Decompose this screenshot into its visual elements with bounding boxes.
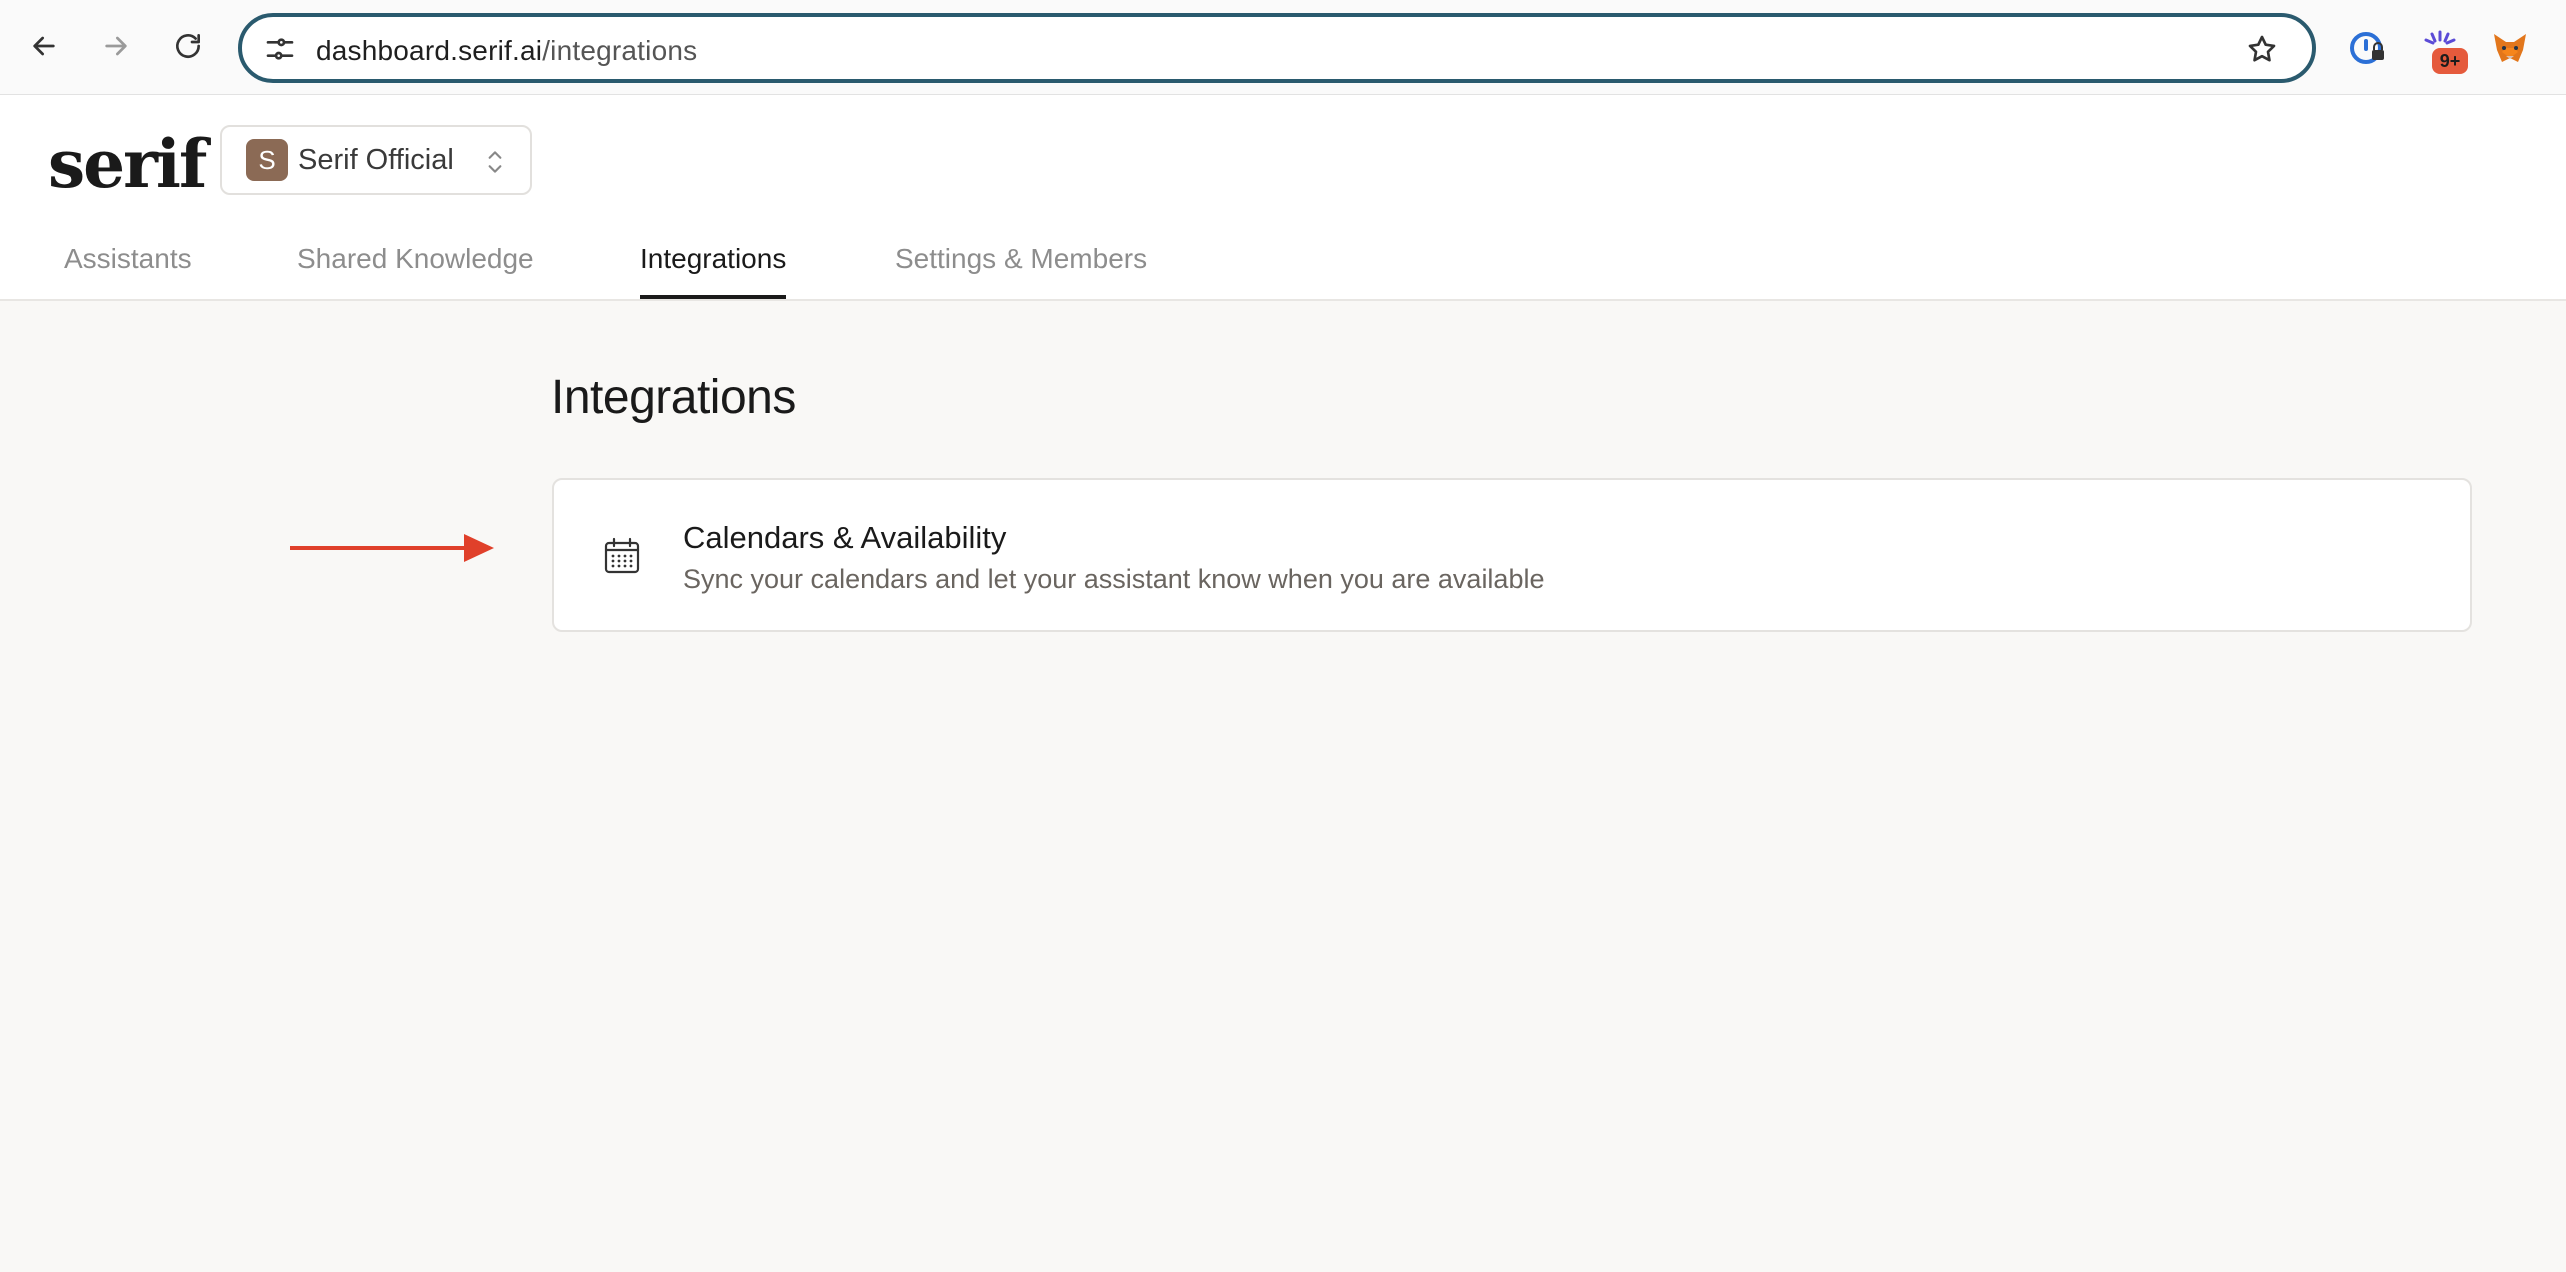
address-bar[interactable]: dashboard.serif.ai/integrations [238,13,2316,83]
tab-integrations[interactable]: Integrations [640,243,787,299]
url-path: /integrations [542,35,698,66]
tab-settings-members[interactable]: Settings & Members [895,243,1147,295]
org-name: Serif Official [298,143,454,176]
annotation-arrow [290,534,494,562]
page-title: Integrations [551,371,796,424]
extension-badge: 9+ [2432,48,2468,74]
integration-description: Sync your calendars and let your assista… [683,564,1545,594]
calendar-icon [604,537,640,574]
arrow-right-icon [105,36,127,56]
reload-button[interactable] [168,26,208,66]
org-avatar: S [246,139,288,181]
integration-title: Calendars & Availability [683,520,1007,555]
password-manager-extension-icon[interactable] [2348,28,2388,68]
forward-button[interactable] [96,26,136,66]
tab-shared-knowledge[interactable]: Shared Knowledge [297,243,534,295]
metamask-fox-icon[interactable] [2490,28,2530,68]
reload-icon [176,34,200,58]
arrow-left-icon [33,36,55,56]
url-text[interactable]: dashboard.serif.ai/integrations [316,35,697,67]
organization-switcher[interactable]: S Serif Official [220,125,532,195]
app-header: serif S Serif Official Assistants Shared… [0,95,2566,301]
site-info-icon[interactable] [264,33,296,65]
tab-assistants[interactable]: Assistants [64,243,192,295]
bookmark-star-icon[interactable] [2246,33,2278,65]
serif-logo[interactable]: serif [48,125,207,203]
main-nav-tabs: Assistants Shared Knowledge Integrations… [0,243,2566,301]
browser-toolbar: dashboard.serif.ai/integrations 9+ [0,0,2566,95]
chevron-up-down-icon [488,151,502,173]
url-host: dashboard.serif.ai [316,35,543,66]
integration-card-calendars[interactable]: Calendars & Availability Sync your calen… [552,478,2472,632]
back-button[interactable] [24,26,64,66]
